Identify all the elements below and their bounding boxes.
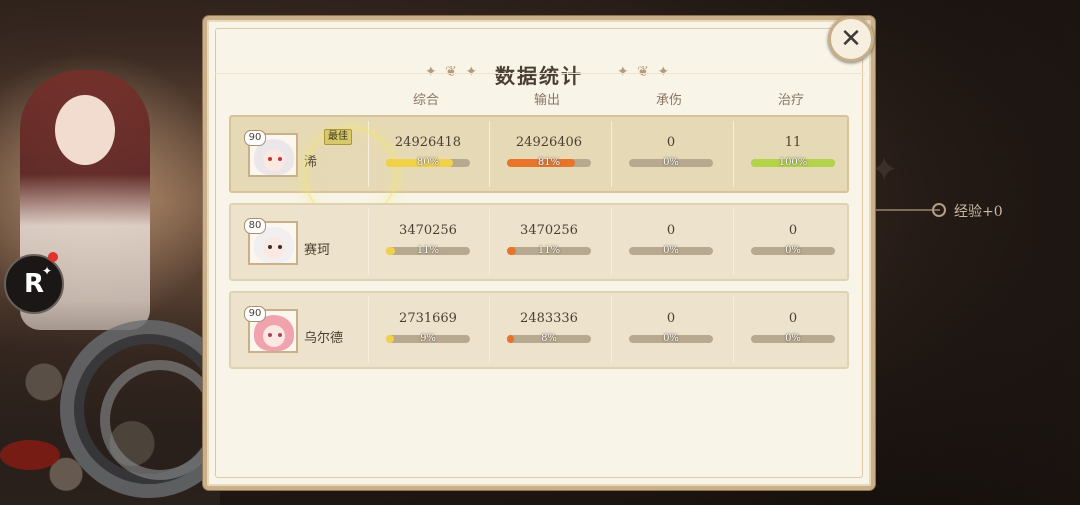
percent-bar: 11% (386, 245, 470, 256)
stat-value: 2731669 (399, 311, 457, 326)
background-red-stone (0, 440, 60, 470)
close-button[interactable]: ✕ (828, 16, 874, 62)
percent-bar: 0% (629, 157, 713, 168)
level-badge: 90 (244, 130, 266, 146)
background-coil-inner (100, 360, 220, 480)
percent-bar: 9% (386, 333, 470, 344)
stat-value: 0 (666, 311, 676, 326)
stat-cell: 24926406 81% (489, 135, 609, 168)
title-ornament-right-icon: ✦ ❦ ✦ (617, 64, 672, 80)
stat-value: 24926418 (394, 135, 462, 150)
percent-bar: 81% (507, 157, 591, 168)
stat-value: 3470256 (520, 223, 578, 238)
percent-label: 81% (537, 157, 561, 168)
percent-bar: 8% (507, 333, 591, 344)
percent-label: 11% (416, 245, 440, 256)
avatar-eye (268, 333, 272, 337)
percent-bar: 0% (629, 245, 713, 256)
exp-line (870, 209, 940, 211)
avatar-eye (278, 157, 282, 161)
column-header-damage-taken: 承伤 (655, 93, 682, 108)
stat-cell: 11 100% (733, 135, 853, 168)
percent-bar: 11% (507, 245, 591, 256)
stat-cell: 0 0% (611, 223, 731, 256)
sparkle-icon: ✦ (42, 264, 53, 278)
title-band: ✦ ❦ ✦ 数据统计 ✦ ❦ ✦ (217, 34, 861, 94)
r-menu-button[interactable]: R ✦ (4, 254, 64, 314)
character-name: 赛珂 (304, 243, 331, 258)
stat-value: 0 (666, 135, 676, 150)
player-row[interactable]: 90 浠最佳 24926418 80% 24926406 81% 0 0% 11 100% (229, 115, 849, 221)
exp-knob (932, 203, 946, 217)
percent-label: 80% (416, 157, 440, 168)
background-right-shade (870, 0, 1080, 505)
column-header-healing: 治疗 (777, 93, 804, 108)
percent-label: 11% (537, 245, 561, 256)
stat-value: 24926406 (515, 135, 583, 150)
avatar-eye (268, 157, 272, 161)
percent-label: 0% (663, 157, 679, 168)
stat-cell: 0 0% (611, 311, 731, 344)
player-row[interactable]: 80 赛珂 3470256 11% 3470256 11% 0 0% 0 0% (229, 203, 849, 281)
percent-label: 100% (778, 157, 808, 168)
header-divider (215, 73, 865, 74)
stat-value: 0 (666, 223, 676, 238)
level-badge: 80 (244, 218, 266, 234)
percent-label: 9% (420, 333, 436, 344)
stat-cell: 2483336 8% (489, 311, 609, 344)
column-header-overall: 综合 (412, 93, 439, 108)
r-menu-label: R (23, 269, 45, 299)
stat-cell: 0 0% (733, 311, 853, 344)
character-name: 乌尔德 (304, 331, 344, 346)
stat-cell: 24926418 80% (368, 135, 488, 168)
player-row[interactable]: 90 乌尔德 2731669 9% 2483336 8% 0 0% 0 0% (229, 291, 849, 369)
column-header-output: 输出 (533, 93, 560, 108)
avatar-eye (278, 333, 282, 337)
percent-bar: 0% (751, 333, 835, 344)
stat-cell: 3470256 11% (368, 223, 488, 256)
percent-bar: 80% (386, 157, 470, 168)
stat-value: 2483336 (520, 311, 578, 326)
background-character-face (55, 95, 115, 165)
percent-bar: 0% (629, 333, 713, 344)
stat-value: 0 (788, 311, 798, 326)
stat-value: 3470256 (399, 223, 457, 238)
percent-label: 0% (785, 245, 801, 256)
stat-cell: 2731669 9% (368, 311, 488, 344)
stat-cell: 3470256 11% (489, 223, 609, 256)
panel-title: 数据统计 (495, 64, 583, 88)
stat-value: 0 (788, 223, 798, 238)
percent-label: 0% (663, 245, 679, 256)
stat-value: 11 (784, 135, 802, 150)
stat-cell: 0 0% (611, 135, 731, 168)
stat-cell: 0 0% (733, 223, 853, 256)
percent-label: 8% (541, 333, 557, 344)
avatar-eye (268, 245, 272, 249)
percent-bar: 100% (751, 157, 835, 168)
percent-label: 0% (663, 333, 679, 344)
notification-dot (48, 252, 58, 262)
background-scene (0, 0, 220, 505)
exp-text: 经验+0 (954, 204, 1003, 220)
close-icon: ✕ (840, 24, 862, 54)
level-badge: 90 (244, 306, 266, 322)
avatar-eye (278, 245, 282, 249)
percent-bar: 0% (751, 245, 835, 256)
mvp-badge: 最佳 (324, 129, 352, 145)
percent-label: 0% (785, 333, 801, 344)
